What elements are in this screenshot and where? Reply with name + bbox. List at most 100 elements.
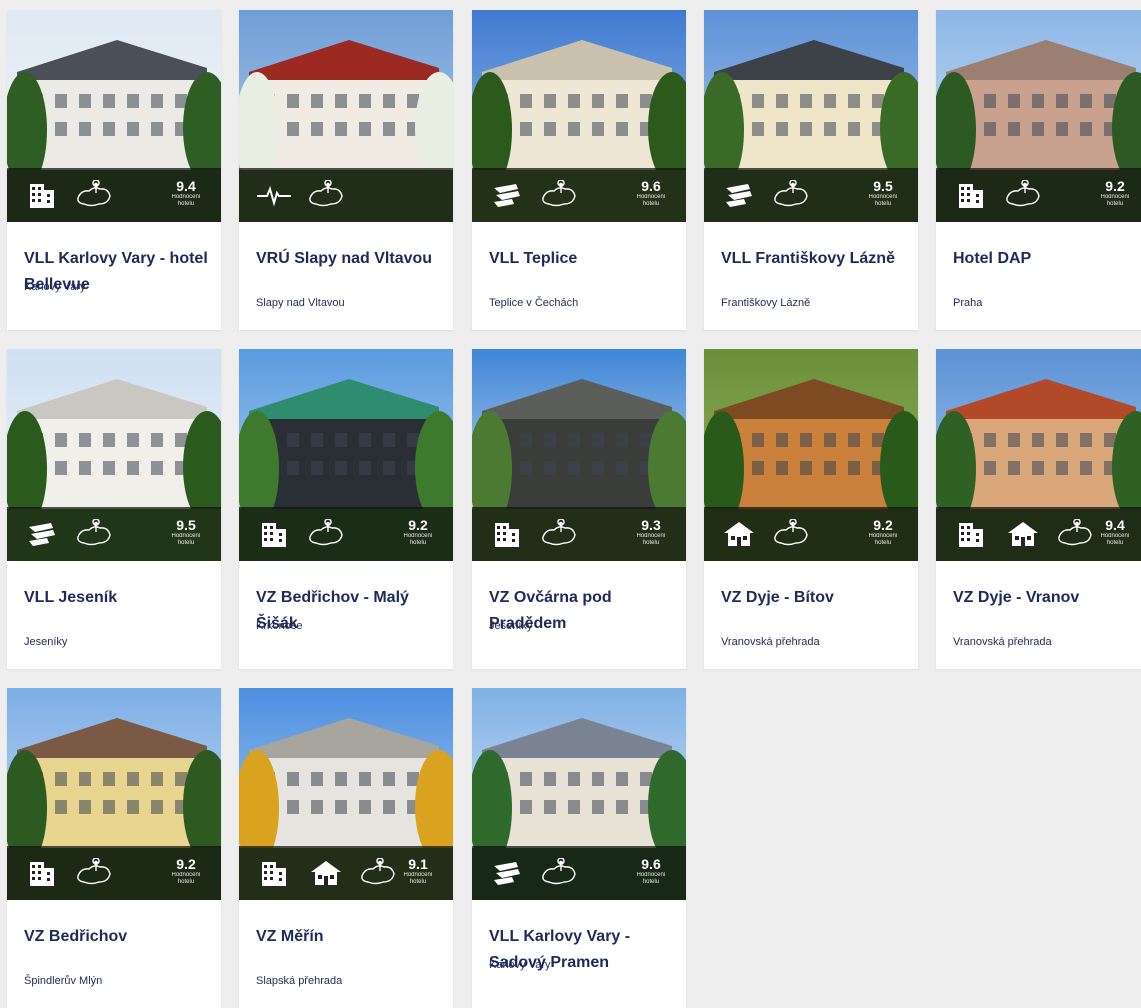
hotel-photo[interactable]: 9.5 Hodnocení hotelu [704,10,918,222]
hotel-category-icons [255,180,345,210]
hotel-category-icons [255,519,345,549]
hotel-location: Jeseníky [489,620,533,632]
hotel-location: Praha [953,297,983,309]
hotel-name[interactable]: VLL Františkovy Lázně [721,246,906,272]
hotel-rating: 9.2 Hodnocení hotelu [860,517,906,547]
health-pulse-icon [255,180,293,210]
hotel-photo[interactable]: 9.3 Hodnocení hotelu [472,349,686,561]
hotel-category-icons [720,519,810,549]
map-pin-icon [75,180,113,210]
hotel-photo[interactable] [239,10,453,222]
chalet-icon [720,519,758,549]
hotel-rating: 9.2 Hodnocení hotelu [395,517,441,547]
rating-label: Hodnocení hotelu [1100,194,1130,207]
hotel-category-icons [952,519,1094,549]
hotel-photo[interactable]: 9.4 Hodnocení hotelu [7,10,221,222]
hotel-name[interactable]: VZ Dyje - Bítov [721,585,906,611]
hotel-info-overlay: 9.4 Hodnocení hotelu [7,168,221,222]
hotel-photo[interactable]: 9.1 Hodnocení hotelu [239,688,453,900]
hotel-rating: 9.6 Hodnocení hotelu [628,178,674,208]
hotel-card[interactable]: VRÚ Slapy nad Vltavou Slapy nad Vltavou [239,10,453,330]
hotel-category-icons [23,519,113,549]
hotel-icon [255,858,293,888]
hotel-name[interactable]: VRÚ Slapy nad Vltavou [256,246,441,272]
hotel-name[interactable]: VZ Měřín [256,924,441,950]
hotel-category-icons [952,180,1042,210]
hotel-icon [488,519,526,549]
hotel-photo[interactable]: 9.2 Hodnocení hotelu [936,10,1141,222]
map-pin-icon [1004,180,1042,210]
hotel-info-overlay: 9.2 Hodnocení hotelu [936,168,1141,222]
hotel-photo[interactable]: 9.6 Hodnocení hotelu [472,688,686,900]
hotel-location: Františkovy Lázně [721,297,811,309]
hotel-card[interactable]: 9.2 Hodnocení hotelu VZ Dyje - Bítov Vranov… [704,349,918,669]
hotel-location: Jeseníky [24,636,68,648]
hotel-card[interactable]: 9.5 Hodnocení hotelu VLL Jeseník Jeseníky [7,349,221,669]
spa-hands-icon [488,858,526,888]
rating-label: Hodnocení hotelu [868,533,898,546]
hotel-photo[interactable]: 9.2 Hodnocení hotelu [239,349,453,561]
map-pin-icon [359,858,397,888]
hotel-category-icons [488,858,578,888]
hotel-icon [255,519,293,549]
rating-label: Hodnocení hotelu [171,533,201,546]
hotel-category-icons [488,180,578,210]
rating-label: Hodnocení hotelu [1100,533,1130,546]
hotel-rating: 9.1 Hodnocení hotelu [395,856,441,886]
hotel-card[interactable]: 9.6 Hodnocení hotelu VLL Karlovy Vary - Sa… [472,688,686,1008]
hotel-name[interactable]: VZ Bedřichov [24,924,209,950]
hotel-rating: 9.5 Hodnocení hotelu [163,517,209,547]
rating-value: 9.6 [641,856,661,872]
rating-value: 9.2 [408,517,428,533]
hotel-info-overlay: 9.1 Hodnocení hotelu [239,846,453,900]
hotel-card[interactable]: 9.2 Hodnocení hotelu VZ Bedřichov - Malý Š… [239,349,453,669]
hotel-rating: 9.4 Hodnocení hotelu [163,178,209,208]
hotel-photo[interactable]: 9.4 Hodnocení hotelu [936,349,1141,561]
hotel-card[interactable]: 9.5 Hodnocení hotelu VLL Františkovy Lázně… [704,10,918,330]
hotel-location: Vranovská přehrada [721,636,820,648]
hotel-info-overlay: 9.4 Hodnocení hotelu [936,507,1141,561]
hotel-name[interactable]: VZ Dyje - Vranov [953,585,1138,611]
hotel-info-overlay [239,168,453,222]
hotel-photo[interactable]: 9.2 Hodnocení hotelu [7,688,221,900]
hotel-name[interactable]: Hotel DAP [953,246,1138,272]
rating-value: 9.1 [408,856,428,872]
hotel-card[interactable]: 9.3 Hodnocení hotelu VZ Ovčárna pod Praděd… [472,349,686,669]
hotel-photo[interactable]: 9.2 Hodnocení hotelu [704,349,918,561]
rating-label: Hodnocení hotelu [403,533,433,546]
hotel-info-overlay: 9.5 Hodnocení hotelu [704,168,918,222]
map-pin-icon [307,519,345,549]
hotel-card[interactable]: 9.1 Hodnocení hotelu VZ Měřín Slapská přehr… [239,688,453,1008]
chalet-icon [307,858,345,888]
rating-value: 9.2 [873,517,893,533]
hotel-card[interactable]: 9.4 Hodnocení hotelu VLL Karlovy Vary - ho… [7,10,221,330]
rating-label: Hodnocení hotelu [636,533,666,546]
hotel-name[interactable]: VLL Teplice [489,246,674,272]
map-pin-icon [540,180,578,210]
hotel-card[interactable]: 9.6 Hodnocení hotelu VLL Teplice Teplice v … [472,10,686,330]
hotel-card[interactable]: 9.4 Hodnocení hotelu VZ Dyje - Vranov Vrano… [936,349,1141,669]
rating-label: Hodnocení hotelu [171,872,201,885]
spa-hands-icon [720,180,758,210]
map-pin-icon [772,180,810,210]
hotel-card[interactable]: 9.2 Hodnocení hotelu Hotel DAP Praha [936,10,1141,330]
hotel-location: Špindlerův Mlýn [24,975,103,987]
hotel-info-overlay: 9.3 Hodnocení hotelu [472,507,686,561]
hotel-rating: 9.6 Hodnocení hotelu [628,856,674,886]
rating-label: Hodnocení hotelu [636,872,666,885]
hotel-rating: 9.5 Hodnocení hotelu [860,178,906,208]
hotel-card[interactable]: 9.2 Hodnocení hotelu VZ Bedřichov Špindlerů… [7,688,221,1008]
hotel-category-icons [255,858,397,888]
map-pin-icon [540,519,578,549]
hotel-info-overlay: 9.2 Hodnocení hotelu [239,507,453,561]
hotel-photo[interactable]: 9.5 Hodnocení hotelu [7,349,221,561]
hotel-rating: 9.2 Hodnocení hotelu [1092,178,1138,208]
hotel-name[interactable]: VLL Jeseník [24,585,209,611]
hotel-icon [23,858,61,888]
map-pin-icon [75,858,113,888]
map-pin-icon [1056,519,1094,549]
rating-value: 9.4 [176,178,196,194]
rating-value: 9.2 [176,856,196,872]
hotel-photo[interactable]: 9.6 Hodnocení hotelu [472,10,686,222]
hotel-info-overlay: 9.6 Hodnocení hotelu [472,846,686,900]
